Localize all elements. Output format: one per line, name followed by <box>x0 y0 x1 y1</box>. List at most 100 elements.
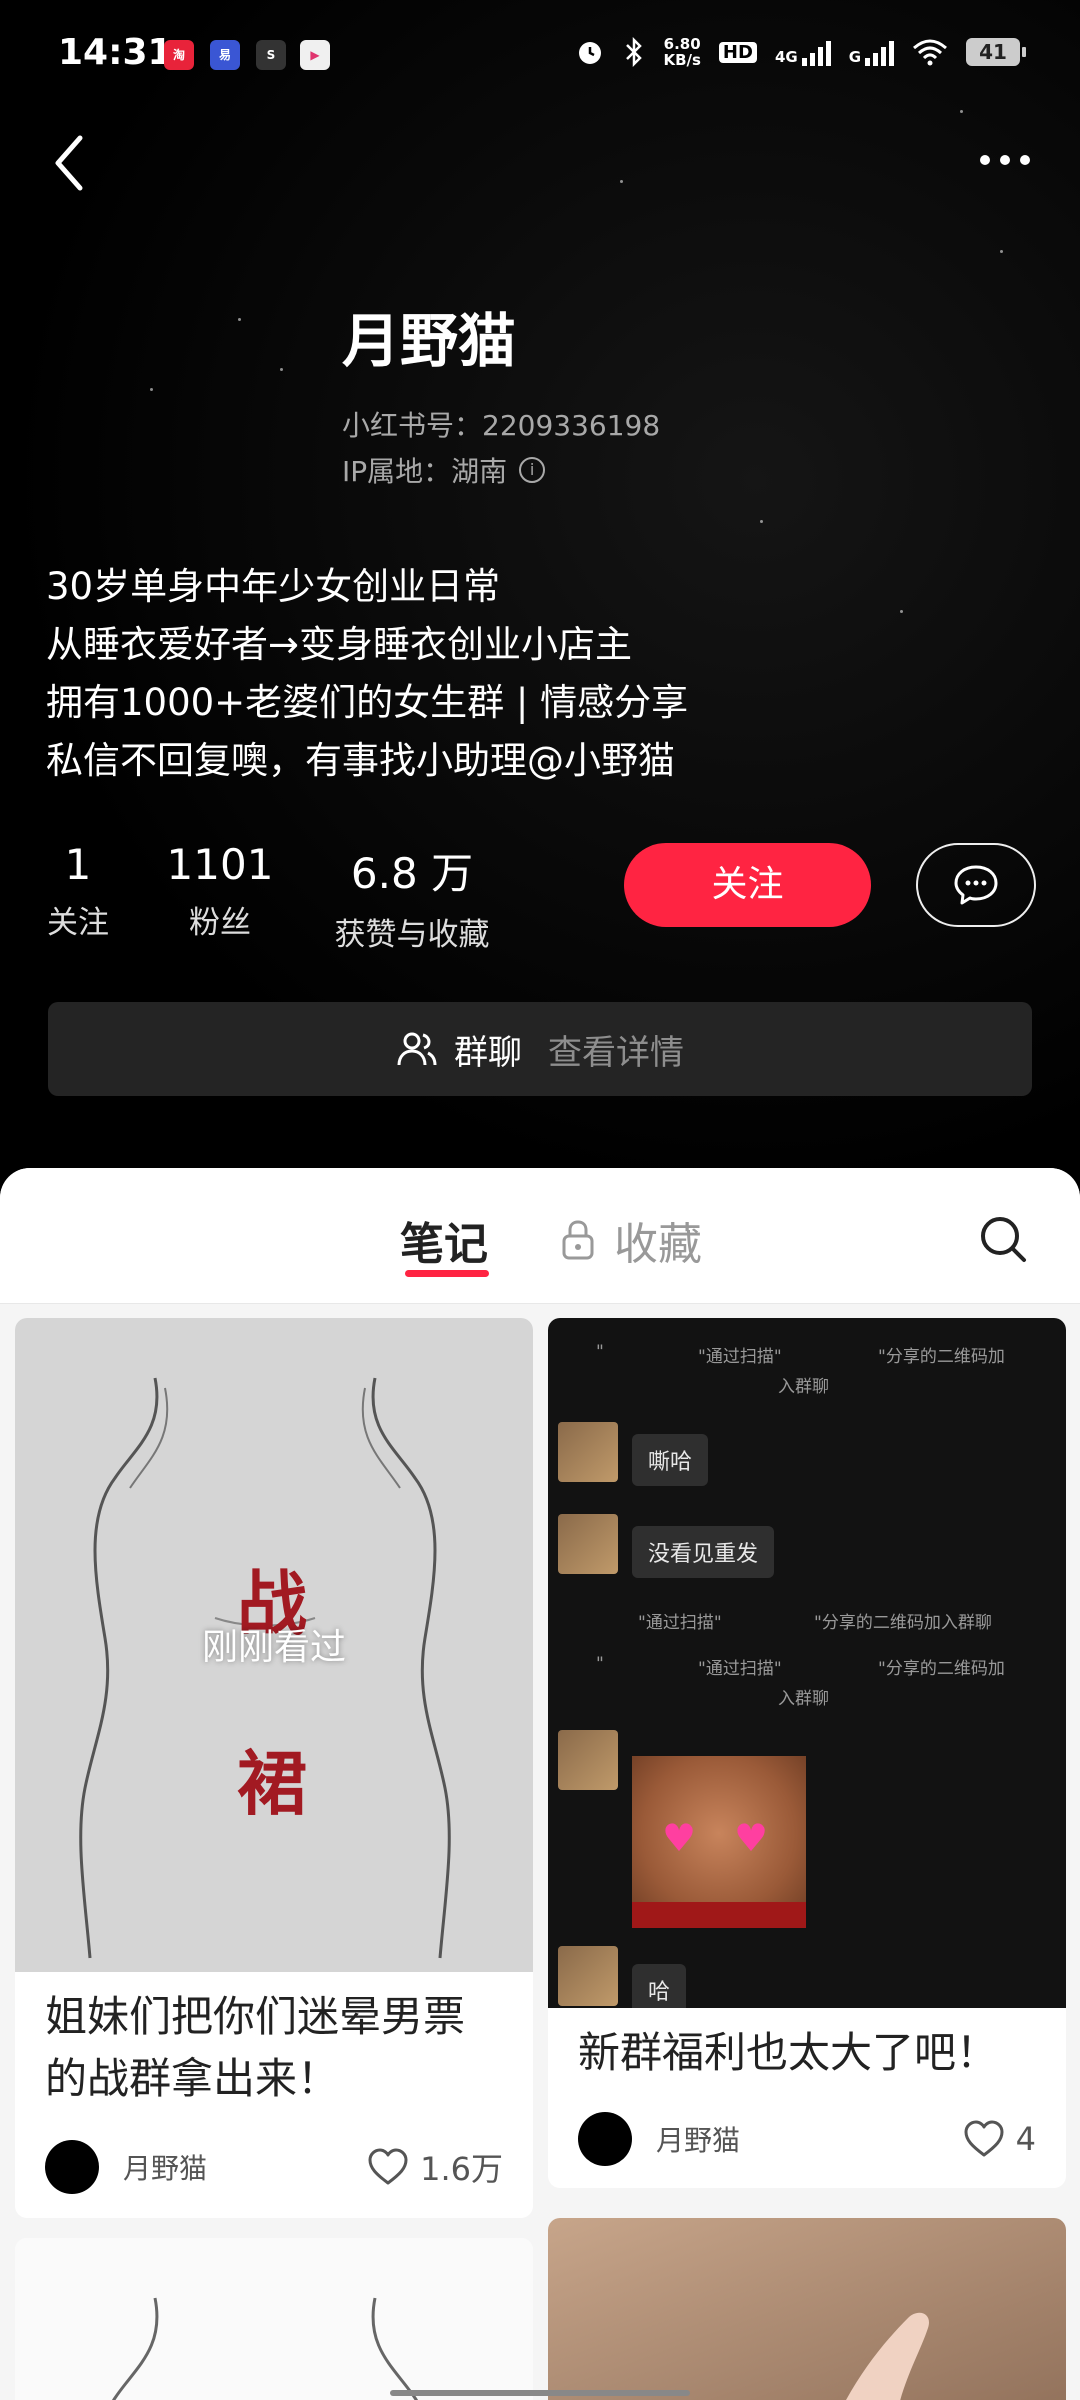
note-cover-image: " "通过扫描" "分享的二维码加 入群聊 嘶哈 没看见重发 "通过扫描" "分… <box>548 1318 1066 2008</box>
follow-button[interactable]: 关注 <box>624 843 871 927</box>
tab-collect[interactable]: 收藏 <box>560 1208 702 1272</box>
info-icon[interactable]: i <box>519 457 546 483</box>
tabs-bar: 笔记 收藏 <box>0 1168 1080 1304</box>
stat-label: 关注 <box>47 905 109 941</box>
tab-active-indicator <box>405 1270 489 1277</box>
chat-system-notice: "分享的二维码加 <box>878 1347 1005 1367</box>
note-card[interactable]: 战 裙 刚刚看过 姐妹们把你们迷晕男票 的战群拿出来！ 月野猫 1.6万 <box>15 1318 533 2218</box>
group-users-icon <box>397 1032 437 1066</box>
group-chat-label: 群聊 <box>454 1032 522 1073</box>
body-sketch-illustration <box>112 2297 418 2400</box>
like-count: 1.6万 <box>420 2150 503 2188</box>
note-title: 姐妹们把你们迷晕男票 的战群拿出来！ <box>45 1986 465 2110</box>
app-notification-icon: 淘 <box>164 40 194 70</box>
chat-avatar <box>558 1514 618 1574</box>
star-decoration <box>1000 250 1003 253</box>
chat-bubble: 哈 <box>632 1964 687 2008</box>
recently-viewed-label: 刚刚看过 <box>201 1627 346 1668</box>
chat-bubble-icon <box>954 865 998 905</box>
note-card[interactable]: " "通过扫描" "分享的二维码加 入群聊 嘶哈 没看见重发 "通过扫描" "分… <box>548 1318 1066 2188</box>
note-card[interactable] <box>15 2238 533 2400</box>
star-decoration <box>150 388 153 391</box>
group-chat-detail: 查看详情 <box>548 1032 684 1073</box>
battery-indicator: 41 <box>966 38 1026 66</box>
back-button[interactable] <box>48 128 108 198</box>
cat-sticker-image: ♥ ♥ <box>632 1756 806 1928</box>
avatar[interactable] <box>45 2140 99 2194</box>
heart-eye-icon: ♥ <box>662 1816 697 1860</box>
alarm-icon <box>579 42 602 64</box>
avatar[interactable] <box>578 2112 632 2166</box>
more-dots-icon <box>980 155 990 165</box>
stat-followers[interactable]: 1101 粉丝 <box>165 840 275 942</box>
bio-line: 从睡衣爱好者→变身睡衣创业小店主 <box>46 623 633 666</box>
bio-line: 拥有1000+老婆们的女生群 | 情感分享 <box>46 681 689 724</box>
chat-system-notice: 入群聊 <box>778 1377 829 1397</box>
note-card[interactable] <box>548 2218 1066 2400</box>
heart-eye-icon: ♥ <box>734 1816 769 1860</box>
heart-outline-icon <box>368 2148 408 2185</box>
author-name[interactable]: 月野猫 <box>656 2119 962 2159</box>
star-decoration <box>280 368 283 371</box>
chat-bubble: 没看见重发 <box>632 1526 775 1578</box>
wifi-icon <box>913 39 947 66</box>
app-notification-icon: S <box>256 40 286 70</box>
home-indicator[interactable] <box>390 2390 690 2396</box>
app-notification-icon: ▶ <box>300 40 330 70</box>
search-icon <box>981 1217 1026 1262</box>
status-time: 14:31 <box>58 32 173 73</box>
note-footer: 月野猫 4 <box>578 2112 1036 2166</box>
hd-badge: HD <box>718 41 757 63</box>
lock-icon <box>562 1220 594 1260</box>
star-decoration <box>960 110 963 113</box>
group-chat-bar[interactable]: 群聊 查看详情 <box>48 1002 1032 1096</box>
chat-system-notice: "分享的二维码加 <box>878 1659 1005 1679</box>
stat-value: 1101 <box>166 840 274 889</box>
chat-avatar <box>558 1730 618 1790</box>
stat-label: 粉丝 <box>189 905 251 941</box>
hand-photo-illustration <box>846 2312 929 2400</box>
chat-bubble: 嘶哈 <box>632 1434 709 1486</box>
status-bar: 14:31 淘 易 S ▶ 6.80 KB/s HD 4G G 41 <box>0 0 1080 110</box>
profile-name: 月野猫 <box>342 307 517 375</box>
stat-following[interactable]: 1 关注 <box>40 840 116 942</box>
app-notification-icon: 易 <box>210 40 240 70</box>
search-button[interactable] <box>976 1212 1030 1266</box>
message-button[interactable] <box>916 843 1036 927</box>
image-text: 裙 <box>237 1742 307 1825</box>
note-title: 新群福利也太大了吧！ <box>578 2022 998 2084</box>
net-speed: 6.80 KB/s <box>663 36 700 68</box>
profile-header: 14:31 淘 易 S ▶ 6.80 KB/s HD 4G G 41 月野猫 小… <box>0 0 1080 1200</box>
profile-ip-location: IP属地：湖南 i <box>342 450 546 490</box>
bio-line: 私信不回复噢，有事找小助理@小野猫 <box>46 739 675 782</box>
tab-collect-label: 收藏 <box>614 1219 702 1270</box>
network-type: G <box>848 48 861 66</box>
profile-bio: 30岁单身中年少女创业日常 从睡衣爱好者→变身睡衣创业小店主 拥有1000+老婆… <box>46 558 688 790</box>
chevron-left-icon <box>55 135 83 191</box>
author-name[interactable]: 月野猫 <box>123 2147 366 2187</box>
note-title-line: 姐妹们把你们迷晕男票 <box>45 1992 466 2041</box>
more-options-button[interactable] <box>970 140 1040 180</box>
chat-system-notice: "通过扫描" <box>698 1659 782 1679</box>
bluetooth-icon <box>626 37 643 67</box>
chat-system-notice: "通过扫描" <box>698 1347 782 1367</box>
signal-1: 4G <box>775 38 831 66</box>
like-button[interactable]: 1.6万 <box>366 2144 503 2190</box>
more-dots-icon <box>1020 155 1030 165</box>
signal-bars-icon <box>865 38 894 66</box>
tab-notes[interactable]: 笔记 <box>400 1208 488 1272</box>
heart-outline-icon <box>964 2120 1004 2157</box>
chat-system-notice: 入群聊 <box>778 1689 829 1709</box>
stat-value: 6.8 万 <box>350 849 474 898</box>
star-decoration <box>900 610 903 613</box>
chat-avatar <box>558 1422 618 1482</box>
more-dots-icon <box>1000 155 1010 165</box>
profile-id: 小红书号：2209336198 <box>342 409 661 442</box>
note-cover-image <box>15 2238 533 2400</box>
star-decoration <box>620 180 623 183</box>
chat-system-notice: "通过扫描" <box>638 1613 722 1633</box>
stat-likes[interactable]: 6.8 万 获赞与收藏 <box>322 840 502 954</box>
like-button[interactable]: 4 <box>962 2119 1036 2159</box>
note-cover-image: 战 裙 刚刚看过 <box>15 1318 533 1972</box>
star-decoration <box>238 318 241 321</box>
